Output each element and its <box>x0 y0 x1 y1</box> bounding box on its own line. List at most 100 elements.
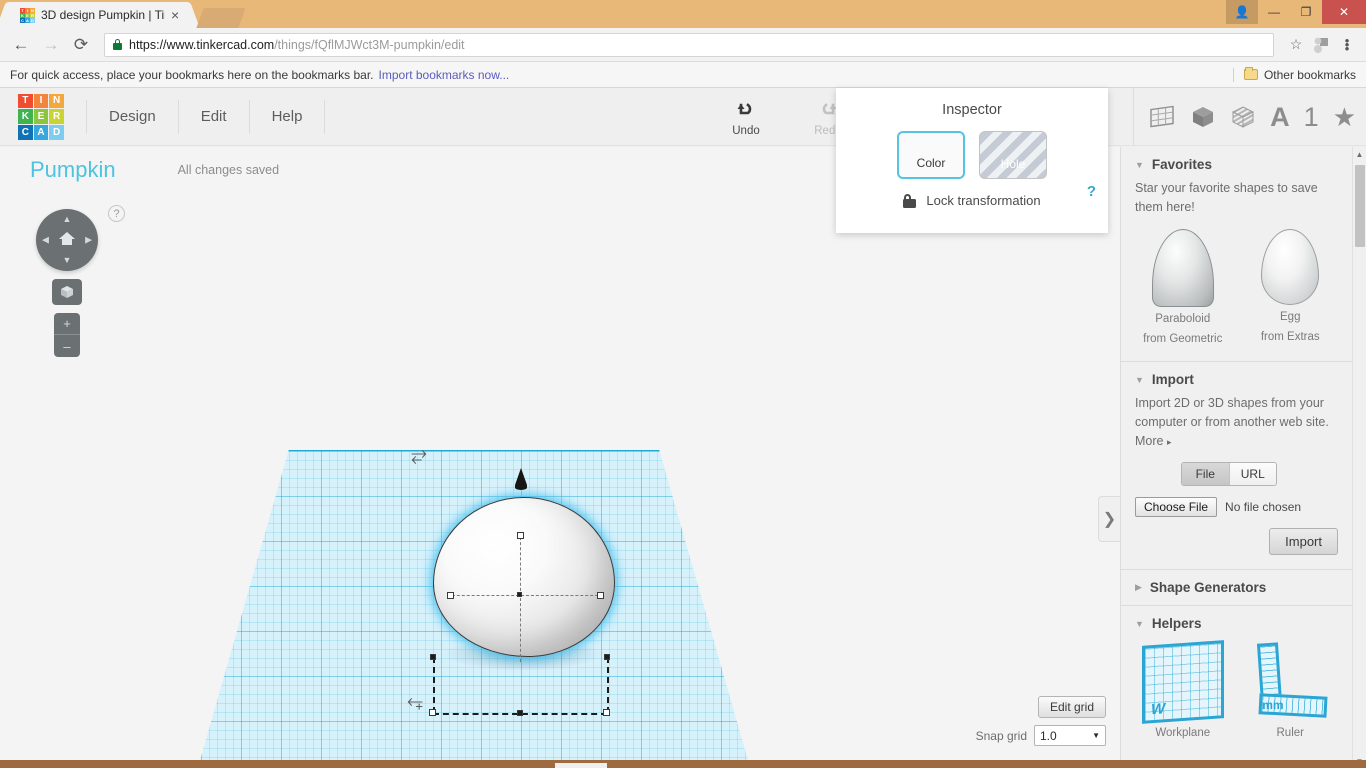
new-tab-button[interactable] <box>196 8 245 28</box>
profile-icon[interactable]: 👤 <box>1226 0 1258 24</box>
bookmark-star-icon[interactable]: ☆ <box>1284 36 1308 53</box>
import-url-tab[interactable]: URL <box>1229 463 1277 485</box>
text-icon[interactable]: A <box>1270 102 1290 133</box>
pumpkin-shape[interactable] <box>433 497 615 657</box>
view-down-icon[interactable]: ▼ <box>63 256 72 265</box>
choose-file-button[interactable]: Choose File <box>1135 497 1217 517</box>
center-guide-vertical <box>520 532 521 662</box>
resize-handle-left[interactable] <box>447 592 454 599</box>
undo-label: Undo <box>732 125 760 137</box>
import-file-tab[interactable]: File <box>1182 463 1229 485</box>
menu-edit[interactable]: Edit <box>179 100 250 134</box>
import-more-link[interactable]: More ▸ <box>1135 432 1338 452</box>
panel-scrollbar[interactable]: ▲ ▼ <box>1352 147 1366 768</box>
help-icon[interactable]: ? <box>108 205 125 222</box>
tinkercad-favicon: TIN KER CAD <box>20 8 35 23</box>
browser-tab[interactable]: TIN KER CAD 3D design Pumpkin | Tin × <box>8 2 188 28</box>
helper-item-workplane[interactable]: W Workplane <box>1135 643 1231 741</box>
bbox-handle-back-left[interactable] <box>430 654 436 660</box>
egg-thumbnail <box>1261 229 1319 305</box>
color-swatch-button[interactable]: Color <box>897 131 965 179</box>
tab-close-icon[interactable]: × <box>171 8 179 22</box>
ruler-badge: mm <box>1262 698 1283 712</box>
ruler-helper-icon: mm <box>1249 643 1331 721</box>
scroll-up-icon[interactable]: ▲ <box>1353 147 1366 161</box>
design-name[interactable]: Pumpkin <box>30 157 116 183</box>
import-header[interactable]: ▼ Import <box>1135 372 1338 387</box>
zoom-controls: + – <box>54 313 80 357</box>
section-helpers: ▼ Helpers W Workplane mm <box>1121 606 1352 755</box>
people-avatar-icon[interactable] <box>1311 36 1333 54</box>
helpers-header[interactable]: ▼ Helpers <box>1135 616 1338 631</box>
download-bar-stub <box>555 763 607 768</box>
zoom-in-button[interactable]: + <box>54 313 80 335</box>
import-source-toggle: File URL <box>1181 462 1277 486</box>
rotate-handle-bottom-icon[interactable]: ⥆ <box>407 690 423 713</box>
shape-tools: A 1 ★ <box>1133 88 1356 146</box>
number-icon[interactable]: 1 <box>1304 102 1319 133</box>
helper-item-ruler[interactable]: mm Ruler <box>1243 643 1339 741</box>
panel-collapse-button[interactable]: ❯ <box>1098 496 1120 542</box>
egg-source: from Extras <box>1243 329 1339 345</box>
menu-design[interactable]: Design <box>86 100 179 134</box>
inspector-help-icon[interactable]: ? <box>1087 183 1096 200</box>
bbox-handle-front-left[interactable] <box>429 709 436 716</box>
back-icon[interactable]: ← <box>8 32 34 58</box>
workplane-icon[interactable] <box>1148 104 1176 130</box>
grid-controls: Edit grid Snap grid 1.0 ▼ <box>976 696 1106 746</box>
caret-down-icon: ▼ <box>1135 619 1144 629</box>
close-window-button[interactable]: ✕ <box>1322 0 1366 24</box>
maximize-button[interactable]: ❐ <box>1290 0 1322 24</box>
section-shape-generators: ▶ Shape Generators <box>1121 570 1352 606</box>
menu-help[interactable]: Help <box>250 100 326 134</box>
address-bar[interactable]: https://www.tinkercad.com/things/fQflMJW… <box>104 33 1274 57</box>
snap-grid-row: Snap grid 1.0 ▼ <box>976 725 1106 746</box>
workspace-canvas[interactable]: Pumpkin All changes saved Workplane <box>0 147 1120 768</box>
bbox-handle-front-right[interactable] <box>603 709 610 716</box>
import-bookmarks-link[interactable]: Import bookmarks now... <box>379 68 510 82</box>
omnibox-actions: ☆ ••• <box>1284 36 1358 54</box>
scrollbar-thumb[interactable] <box>1355 165 1365 247</box>
selected-3d-object[interactable]: ⥂ ⥆ <box>425 462 645 702</box>
bbox-handle-front-center[interactable] <box>517 710 523 716</box>
hole-box-icon[interactable] <box>1230 104 1256 130</box>
browser-menu-icon[interactable]: ••• <box>1336 39 1358 51</box>
url-path-part: /things/fQflMJWct3M-pumpkin/edit <box>274 38 464 52</box>
shape-generators-header[interactable]: ▶ Shape Generators <box>1135 580 1338 595</box>
resize-handle-right[interactable] <box>597 592 604 599</box>
import-button[interactable]: Import <box>1269 528 1338 555</box>
import-description: Import 2D or 3D shapes from your compute… <box>1135 394 1338 432</box>
lock-transformation-row[interactable]: Lock transformation <box>836 193 1108 208</box>
shape-item-egg[interactable]: Egg from Extras <box>1243 229 1339 347</box>
ruler-helper-label: Ruler <box>1243 725 1339 741</box>
unlocked-padlock-icon <box>903 194 916 208</box>
minimize-button[interactable]: — <box>1258 0 1290 24</box>
no-file-chosen-label: No file chosen <box>1225 500 1301 514</box>
other-bookmarks-button[interactable]: Other bookmarks <box>1233 68 1356 82</box>
edit-grid-button[interactable]: Edit grid <box>1038 696 1106 718</box>
shape-item-paraboloid[interactable]: Paraboloid from Geometric <box>1135 229 1231 347</box>
view-right-icon[interactable]: ▶ <box>85 236 92 245</box>
resize-handle-top[interactable] <box>517 532 524 539</box>
height-handle-cone-icon[interactable] <box>515 468 527 485</box>
view-pad[interactable]: ▲ ▼ ◀ ▶ <box>36 209 98 271</box>
zoom-out-button[interactable]: – <box>54 335 80 357</box>
view-up-icon[interactable]: ▲ <box>63 215 72 224</box>
browser-navigation-bar: ← → ⟳ https://www.tinkercad.com/things/f… <box>0 28 1366 62</box>
snap-grid-select[interactable]: 1.0 ▼ <box>1034 725 1106 746</box>
solid-box-icon[interactable] <box>1190 104 1216 130</box>
rotate-handle-top-icon[interactable]: ⥂ <box>411 444 427 467</box>
view-home-icon[interactable] <box>58 230 76 250</box>
tinkercad-logo[interactable]: T I N K E R C A D <box>18 94 64 140</box>
undo-button[interactable]: Undo <box>716 98 776 137</box>
bbox-handle-back-right[interactable] <box>604 654 610 660</box>
reload-icon[interactable]: ⟳ <box>68 32 94 58</box>
favorites-star-icon[interactable]: ★ <box>1333 102 1356 133</box>
fit-to-view-button[interactable] <box>52 279 82 305</box>
bbox-right-edge <box>607 657 609 713</box>
favorites-shape-grid: Paraboloid from Geometric Egg from Extra… <box>1135 229 1338 347</box>
inspector-swatches: Color Hole ? <box>836 131 1108 179</box>
hole-swatch-button[interactable]: Hole <box>979 131 1047 179</box>
favorites-header[interactable]: ▼ Favorites <box>1135 157 1338 172</box>
view-left-icon[interactable]: ◀ <box>42 236 49 245</box>
